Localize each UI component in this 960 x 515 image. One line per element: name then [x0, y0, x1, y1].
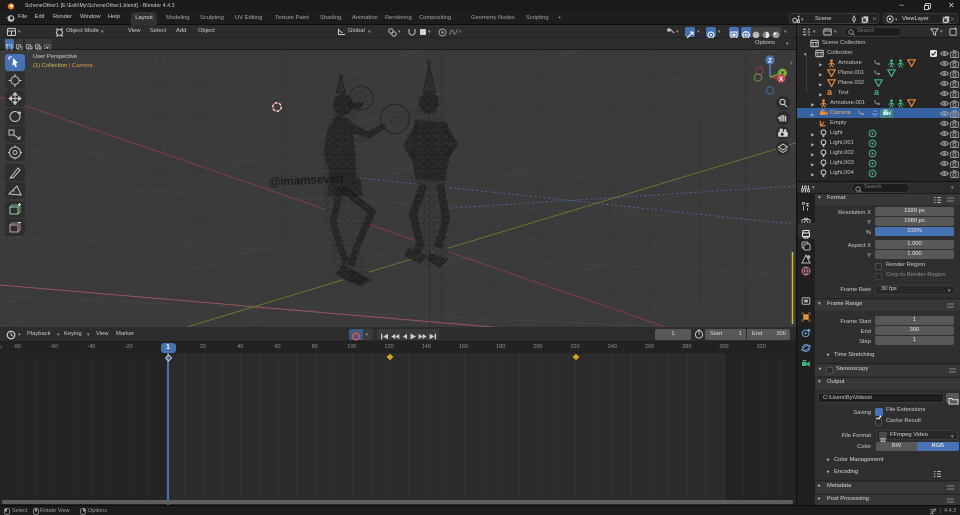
svg-text:Z: Z	[768, 58, 772, 65]
svg-text:X: X	[779, 76, 784, 83]
